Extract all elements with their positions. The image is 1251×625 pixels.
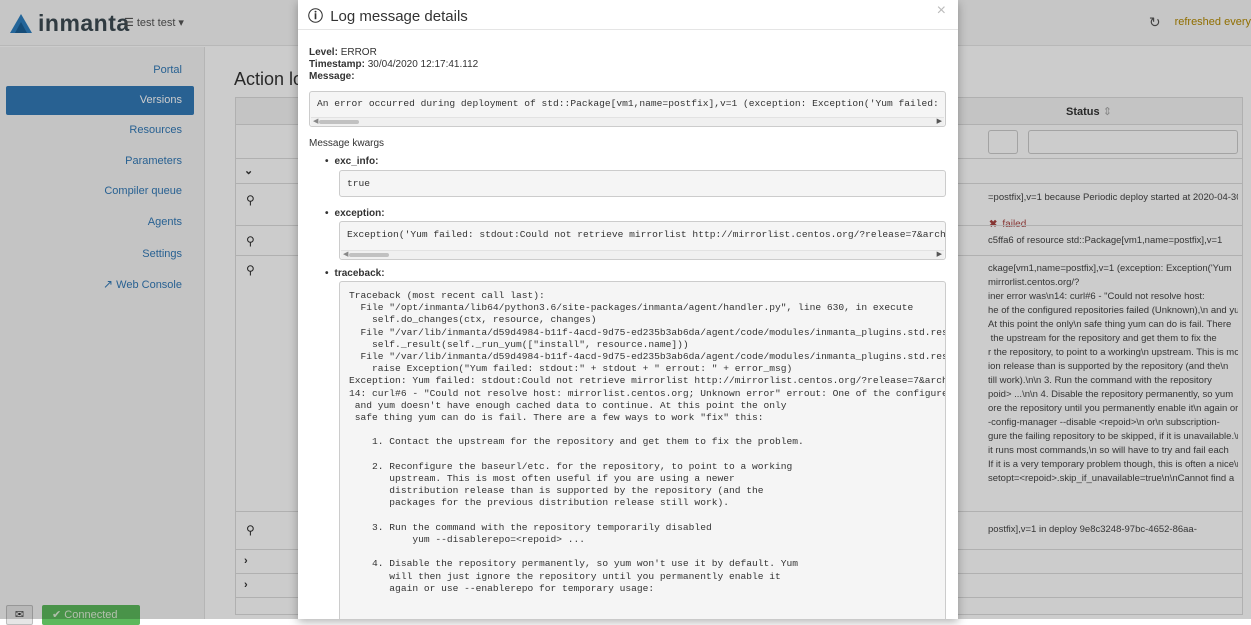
exc-info-value: true	[347, 178, 371, 189]
scroll-left-icon[interactable]: ◀	[343, 250, 348, 259]
traceback-line: upstream. This is most often useful if y…	[349, 473, 735, 484]
traceback-line: self.do_changes(ctx, resource, changes)	[349, 314, 597, 326]
traceback-line: Exception: Yum failed: stdout:Could not …	[349, 375, 946, 387]
traceback-line: raise Exception("Yum failed: stdout:" + …	[349, 363, 793, 375]
exception-value: Exception('Yum failed: stdout:Could not …	[347, 229, 946, 240]
traceback-line: yum --disablerepo=<repoid> ...	[349, 534, 586, 545]
traceback-line: File "/var/lib/inmanta/d59d4984-b11f-4ac…	[349, 351, 946, 362]
traceback-line: 3. Run the command with the repository t…	[349, 521, 712, 533]
kwarg-name: exc_info:	[334, 156, 379, 167]
traceback-line: again or use --enablerepo for temporary …	[349, 582, 655, 594]
log-details-modal: ⓘ Log message details × Level: ERROR Tim…	[298, 0, 958, 619]
traceback-line: 1. Contact the upstream for the reposito…	[349, 436, 804, 448]
traceback-line: 2. Reconfigure the baseurl/etc. for the …	[349, 460, 793, 472]
traceback-line: distribution release than is supported b…	[349, 485, 764, 497]
traceback-box[interactable]: Traceback (most recent call last): File …	[339, 281, 946, 619]
exception-box[interactable]: Exception('Yum failed: stdout:Could not …	[339, 221, 946, 260]
timestamp-value: 30/04/2020 12:17:41.112	[367, 59, 479, 70]
traceback-line: safe thing yum can do is fail. There are…	[349, 412, 764, 423]
message-text: An error occurred during deployment of s…	[317, 98, 946, 109]
traceback-line: 4. Disable the repository permanently, s…	[349, 558, 799, 570]
horizontal-scrollbar[interactable]: ◀ ▶	[341, 250, 944, 259]
kwarg-exception-label: • exception:	[325, 208, 385, 219]
kwarg-name: exception:	[334, 208, 385, 219]
horizontal-scrollbar[interactable]: ◀ ▶	[311, 117, 944, 126]
info-icon: ⓘ	[308, 8, 324, 25]
scrollbar-thumb[interactable]	[319, 120, 359, 124]
kwargs-title: Message kwargs	[309, 138, 385, 149]
traceback-line: 14: curl#6 - "Could not resolve host: mi…	[349, 387, 946, 399]
kwarg-name: traceback:	[334, 268, 385, 279]
kwarg-traceback-label: • traceback:	[325, 268, 385, 279]
timestamp-label: Timestamp:	[309, 59, 365, 70]
exc-info-box[interactable]: true	[339, 170, 946, 197]
scroll-right-icon[interactable]: ▶	[937, 117, 942, 126]
modal-title-text: Log message details	[330, 8, 468, 25]
kwarg-exc-info-label: • exc_info:	[325, 156, 379, 167]
message-label: Message:	[309, 71, 355, 82]
traceback-line: will then just ignore the repository unt…	[349, 570, 781, 582]
traceback-line: self._result(self._run_yum(["install", r…	[349, 338, 689, 350]
scroll-right-icon[interactable]: ▶	[937, 250, 942, 259]
log-meta: Level: ERROR Timestamp: 30/04/2020 12:17…	[309, 47, 478, 83]
message-box[interactable]: An error occurred during deployment of s…	[309, 91, 946, 127]
modal-header: ⓘ Log message details ×	[298, 0, 958, 30]
traceback-line: File "/opt/inmanta/lib64/python3.6/site-…	[349, 302, 914, 314]
traceback-line: File "/var/lib/inmanta/d59d4984-b11f-4ac…	[349, 326, 946, 338]
level-label: Level:	[309, 47, 338, 58]
traceback-line: packages for the previous distribution r…	[349, 497, 729, 509]
close-icon[interactable]: ×	[937, 2, 946, 20]
modal-title: ⓘ Log message details	[308, 5, 468, 26]
scroll-left-icon[interactable]: ◀	[313, 117, 318, 126]
level-value: ERROR	[340, 47, 377, 58]
traceback-line: and yum doesn't have enough cached data …	[349, 399, 787, 411]
traceback-line: Traceback (most recent call last):	[349, 290, 545, 301]
scrollbar-thumb[interactable]	[349, 253, 389, 257]
